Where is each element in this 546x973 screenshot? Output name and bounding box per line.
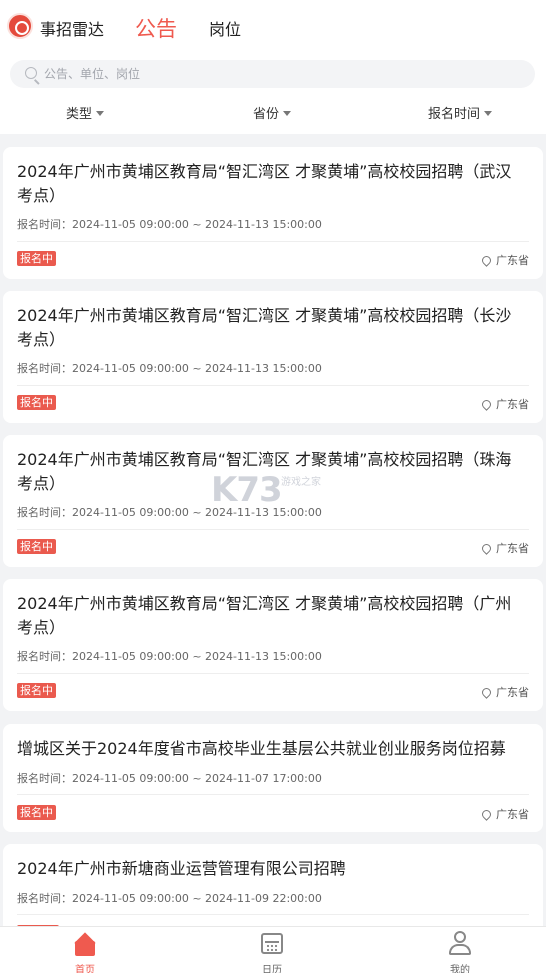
location-pin-icon bbox=[480, 254, 493, 267]
divider bbox=[17, 529, 529, 530]
listing-signup-time: 报名时间：2024-11-05 09:00:00 ~ 2024-11-13 15… bbox=[17, 362, 322, 375]
app-header: 事招雷达 公告 岗位 类型 省份 报名时间 bbox=[0, 0, 546, 134]
tabbar-mine[interactable]: 我的 bbox=[420, 927, 500, 973]
location-label: 广东省 bbox=[496, 398, 529, 411]
chevron-down-icon bbox=[484, 111, 493, 116]
tab-announcements[interactable]: 公告 bbox=[135, 13, 177, 43]
user-icon bbox=[449, 931, 471, 957]
listing-signup-time: 报名时间：2024-11-05 09:00:00 ~ 2024-11-09 22… bbox=[17, 892, 322, 905]
bottom-tab-bar: 首页 日历 我的 bbox=[0, 926, 546, 973]
listing-title: 2024年广州市黄埔区教育局“智汇湾区 才聚黄埔”高校校园招聘（广州考点） bbox=[17, 594, 512, 637]
listing-location: 广东省 bbox=[480, 684, 529, 700]
top-bar: 事招雷达 公告 岗位 bbox=[0, 0, 546, 54]
home-icon bbox=[72, 932, 98, 957]
calendar-icon bbox=[261, 933, 283, 954]
status-badge: 报名中 bbox=[17, 805, 56, 820]
listing-location: 广东省 bbox=[480, 252, 529, 268]
status-badge: 报名中 bbox=[17, 395, 56, 410]
tabbar-home[interactable]: 首页 bbox=[45, 927, 125, 973]
search-input[interactable] bbox=[44, 60, 514, 88]
listing-title: 2024年广州市黄埔区教育局“智汇湾区 才聚黄埔”高校校园招聘（长沙考点） bbox=[17, 306, 512, 349]
listing-title: 2024年广州市新塘商业运营管理有限公司招聘 bbox=[17, 859, 346, 878]
listing-location: 广东省 bbox=[480, 396, 529, 412]
divider bbox=[17, 794, 529, 795]
chevron-down-icon bbox=[96, 111, 105, 116]
filter-signup-time-label: 报名时间 bbox=[428, 107, 481, 122]
status-badge: 报名中 bbox=[17, 539, 56, 554]
status-badge: 报名中 bbox=[17, 251, 56, 266]
filter-signup-time[interactable]: 报名时间 bbox=[428, 103, 493, 122]
listing-card[interactable]: 2024年广州市黄埔区教育局“智汇湾区 才聚黄埔”高校校园招聘（长沙考点） 报名… bbox=[3, 291, 543, 423]
tabbar-calendar[interactable]: 日历 bbox=[232, 927, 312, 973]
filter-type[interactable]: 类型 bbox=[66, 103, 105, 122]
divider bbox=[17, 914, 529, 915]
listing-card[interactable]: 增城区关于2024年度省市高校毕业生基层公共就业创业服务岗位招募 报名时间：20… bbox=[3, 724, 543, 832]
filter-province-label: 省份 bbox=[253, 107, 280, 122]
filter-type-label: 类型 bbox=[66, 107, 93, 122]
divider bbox=[17, 241, 529, 242]
listing-location: 广东省 bbox=[480, 806, 529, 822]
watermark-text: K73 bbox=[211, 470, 283, 510]
location-label: 广东省 bbox=[496, 542, 529, 555]
app-logo bbox=[7, 13, 33, 39]
divider bbox=[17, 673, 529, 674]
watermark: K73 游戏之家 bbox=[211, 470, 341, 510]
location-pin-icon bbox=[480, 542, 493, 555]
location-pin-icon bbox=[480, 808, 493, 821]
chevron-down-icon bbox=[283, 111, 292, 116]
listing-location: 广东省 bbox=[480, 540, 529, 556]
listing-title: 增城区关于2024年度省市高校毕业生基层公共就业创业服务岗位招募 bbox=[17, 739, 506, 758]
location-pin-icon bbox=[480, 686, 493, 699]
search-bar[interactable] bbox=[10, 60, 535, 88]
status-badge: 报名中 bbox=[17, 683, 56, 698]
location-label: 广东省 bbox=[496, 686, 529, 699]
tabbar-calendar-label: 日历 bbox=[262, 965, 282, 973]
filter-province[interactable]: 省份 bbox=[253, 103, 292, 122]
listing-signup-time: 报名时间：2024-11-05 09:00:00 ~ 2024-11-13 15… bbox=[17, 218, 322, 231]
tabbar-home-label: 首页 bbox=[75, 965, 95, 973]
listing-signup-time: 报名时间：2024-11-05 09:00:00 ~ 2024-11-13 15… bbox=[17, 650, 322, 663]
watermark-subtext: 游戏之家 bbox=[281, 477, 321, 488]
listing-card[interactable]: 2024年广州市黄埔区教育局“智汇湾区 才聚黄埔”高校校园招聘（广州考点） 报名… bbox=[3, 579, 543, 711]
app-brand-name: 事招雷达 bbox=[40, 20, 105, 39]
tabbar-mine-label: 我的 bbox=[450, 965, 470, 973]
location-label: 广东省 bbox=[496, 808, 529, 821]
listing-signup-time: 报名时间：2024-11-05 09:00:00 ~ 2024-11-07 17… bbox=[17, 772, 322, 785]
listing-title: 2024年广州市黄埔区教育局“智汇湾区 才聚黄埔”高校校园招聘（武汉考点） bbox=[17, 162, 512, 205]
tab-positions[interactable]: 岗位 bbox=[209, 16, 241, 40]
divider bbox=[17, 385, 529, 386]
location-pin-icon bbox=[480, 398, 493, 411]
listing-card[interactable]: 2024年广州市新塘商业运营管理有限公司招聘 报名时间：2024-11-05 0… bbox=[3, 844, 543, 940]
search-icon bbox=[25, 67, 37, 79]
listing-card[interactable]: 2024年广州市黄埔区教育局“智汇湾区 才聚黄埔”高校校园招聘（武汉考点） 报名… bbox=[3, 147, 543, 279]
location-label: 广东省 bbox=[496, 254, 529, 267]
